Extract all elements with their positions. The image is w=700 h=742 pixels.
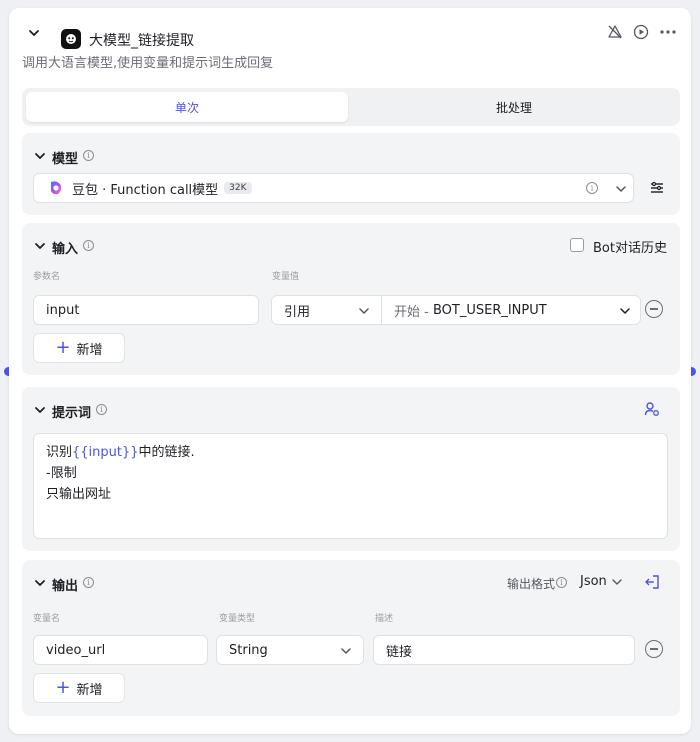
output-var-type-value: String [229,642,268,658]
remove-output-button[interactable] [645,640,663,658]
model-section: 模型 i 豆包 · Function call模型 32K i [22,133,680,215]
add-output-button[interactable]: + 新增 [33,673,125,703]
info-icon[interactable]: i [96,404,107,415]
user-settings-icon[interactable] [644,401,660,417]
output-section: 输出 i 输出格式 i Json 变量名 变量类型 描述 video_url S… [22,560,680,716]
col-description: 描述 [375,614,394,624]
prompt-variable: {{input}} [72,445,139,460]
prompt-editor[interactable]: 识别{{input}}中的链接. -限制 只输出网址 [33,433,668,539]
output-format-select[interactable]: Json [580,574,623,589]
chevron-down-icon[interactable] [614,182,628,196]
run-icon[interactable] [631,22,651,42]
ref-type-value: 引用 [284,304,311,320]
model-select[interactable]: 豆包 · Function call模型 32K i [33,173,634,203]
mode-tabs: 单次 批处理 [22,88,680,126]
node-description[interactable]: 调用大语言模型,使用变量和提示词生成回复 [22,52,273,71]
plus-icon: + [55,337,71,358]
add-input-button[interactable]: + 新增 [33,333,125,363]
chevron-down-icon [620,308,630,314]
output-var-name-input[interactable]: video_url [33,635,208,665]
input-section: 输入 i Bot对话历史 参数名 变量值 input 引用 开始 - BOT_U… [22,223,680,375]
collapse-chevron-icon[interactable] [34,150,46,162]
output-format-label: 输出格式 [507,577,556,591]
prompt-line-3: 只输出网址 [46,487,112,502]
model-info-icon[interactable]: i [586,182,598,194]
info-icon[interactable]: i [83,240,94,251]
context-badge: 32K [224,182,252,194]
info-icon[interactable]: i [83,577,94,588]
ref-source-var: BOT_USER_INPUT [432,302,547,318]
param-name-input[interactable]: input [33,295,259,325]
prompt-title: 提示词 [52,406,92,421]
chevron-down-icon [612,578,622,585]
col-param-name: 参数名 [33,272,61,282]
chevron-down-icon [359,308,369,314]
chevron-down-icon [341,648,351,654]
ref-type-select[interactable]: 引用 [271,295,382,325]
node-title[interactable]: 大模型_链接提取 [89,30,194,50]
bot-logo-icon [61,29,81,49]
prompt-line-1: 识别{{input}}中的链接. [46,445,195,460]
prompt-line-2: -限制 [46,466,77,481]
remove-param-button[interactable] [645,300,663,318]
tab-single[interactable]: 单次 [26,92,348,122]
doubao-logo-icon [51,181,62,195]
output-format-value: Json [580,574,607,589]
ref-source-select[interactable]: 开始 - BOT_USER_INPUT [381,295,641,325]
tab-batch[interactable]: 批处理 [352,92,676,122]
import-output-icon[interactable] [644,574,660,590]
output-title: 输出 [52,579,79,594]
prompt-section: 提示词 i 识别{{input}}中的链接. -限制 只输出网址 [22,387,680,551]
model-settings-icon[interactable] [649,180,665,196]
collapse-chevron-icon[interactable] [34,404,46,416]
col-var-value: 变量值 [272,272,300,282]
info-icon[interactable]: i [83,150,94,161]
model-name: 豆包 · Function call模型 [72,182,219,198]
collapse-chevron-icon[interactable] [34,577,46,589]
bot-history-label: Bot对话历史 [593,241,667,256]
debug-off-icon[interactable] [605,22,625,42]
model-title: 模型 [52,152,79,167]
output-description-input[interactable]: 链接 [373,635,635,665]
add-output-label: 新增 [76,682,103,698]
output-var-type-select[interactable]: String [216,635,364,665]
plus-icon: + [55,677,71,698]
col-var-type: 变量类型 [219,614,256,624]
add-input-label: 新增 [76,342,103,358]
input-title: 输入 [52,242,79,257]
collapse-chevron-icon[interactable] [34,240,46,252]
bot-history-checkbox[interactable] [570,238,584,252]
format-info-icon[interactable]: i [556,577,567,588]
ref-source-prefix: 开始 - [394,304,433,320]
col-var-name: 变量名 [33,614,61,624]
chevron-down-icon[interactable] [27,26,41,40]
more-icon[interactable] [657,22,679,42]
